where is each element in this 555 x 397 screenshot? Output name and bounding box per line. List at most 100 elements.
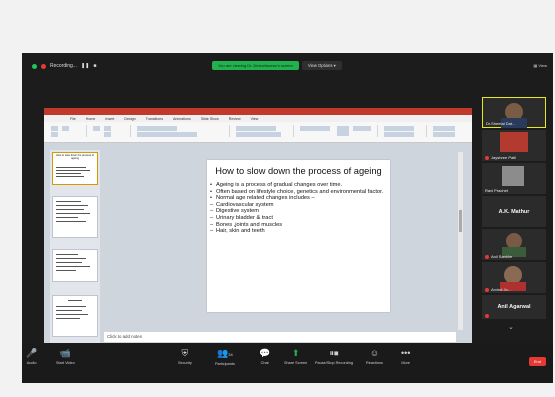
slide-thumbnail[interactable]	[52, 295, 98, 337]
audio-button[interactable]: 🎤 Audio	[26, 348, 38, 366]
participants-icon: 👥34	[217, 348, 233, 358]
pause-stop-icon: ⏸⏹	[329, 348, 339, 358]
participants-count: 34	[228, 352, 233, 357]
participant-video-icon	[502, 166, 524, 186]
share-screen-label: Share Screen	[284, 361, 308, 365]
ppt-tab-transitions[interactable]: Transitions	[146, 117, 163, 121]
start-video-label: Start Video	[56, 361, 75, 365]
current-slide[interactable]: How to slow down the process of ageing A…	[207, 160, 390, 312]
participants-label: Participants	[215, 362, 235, 366]
ppt-tab-review[interactable]: Review	[229, 117, 241, 121]
ribbon-group-slides[interactable]	[90, 125, 131, 137]
slide-bullet: Hair, skin and teeth	[210, 228, 386, 235]
notes-pane[interactable]: Click to add notes	[104, 332, 456, 342]
participant-name: Arvind Jo...	[491, 287, 512, 292]
reactions-label: Reactions	[366, 361, 383, 365]
more-button[interactable]: ••• More	[401, 349, 411, 366]
ribbon-group-paragraph[interactable]	[233, 125, 294, 137]
slide-thumbnails-panel: How to slow down the process of ageing	[50, 150, 100, 345]
ppt-tab-insert[interactable]: Insert	[105, 117, 114, 121]
view-mode-label: View	[538, 63, 547, 68]
start-video-button[interactable]: 📹 Start Video	[56, 349, 75, 366]
share-banner-text: You are viewing Dr. Dineshkumar's screen	[212, 61, 299, 70]
security-button[interactable]: ⛨ Security	[178, 348, 192, 366]
participant-name: Jayshree Patil	[491, 155, 517, 160]
meeting-toolbar: 🎤 Audio 📹 Start Video ⛨ Security 👥34 Par…	[22, 343, 553, 383]
slide-thumbnail[interactable]	[52, 196, 98, 238]
recording-label: Recording...	[50, 63, 77, 69]
slide-bullet: Bones ,joints and muscles	[210, 222, 386, 229]
participant-tile[interactable]: A.K. Mathur	[482, 196, 546, 227]
chat-button[interactable]: 💬 Chat	[259, 348, 271, 366]
end-meeting-button[interactable]: End	[528, 357, 546, 366]
chat-label: Chat	[260, 361, 269, 365]
ribbon-group-arrange[interactable]	[381, 125, 427, 137]
ppt-title-bar	[44, 108, 472, 115]
ppt-tab-animations[interactable]: Animations	[173, 117, 191, 121]
slide-title: How to slow down the process of ageing	[215, 166, 382, 176]
participant-tile[interactable]: Anil Agarwal	[482, 295, 546, 319]
participant-video-icon	[500, 132, 528, 152]
mic-muted-icon	[485, 288, 489, 292]
ribbon-group-font[interactable]	[134, 125, 230, 137]
view-mode-button[interactable]: ▦ View	[534, 63, 548, 68]
ppt-ribbon	[44, 122, 472, 143]
slide-bullet: Normal age related changes includes –	[210, 195, 386, 202]
scroll-down-chevron-icon[interactable]: ⌄	[508, 323, 514, 331]
mic-muted-icon	[485, 255, 489, 259]
slide-bullet: Ageing is a process of gradual changes o…	[210, 182, 386, 189]
reactions-button[interactable]: ☺ Reactions	[366, 348, 383, 366]
slide-bullet: Cardiovascular system	[210, 202, 386, 209]
record-button[interactable]: ⏸⏹ Pause/Stop Recording	[315, 348, 353, 366]
audio-label: Audio	[26, 361, 37, 365]
participant-tile[interactable]: Jayshree Patil	[482, 130, 546, 161]
share-screen-icon: ⬆	[291, 348, 300, 358]
slide-bullet: Often based on lifestyle choice, genetic…	[210, 189, 386, 196]
participant-name: Anil Agarwal	[497, 304, 531, 310]
stop-icon[interactable]: ■	[93, 63, 96, 69]
ribbon-group-drawing[interactable]	[297, 125, 378, 137]
participant-tile[interactable]: Arvind Jo...	[482, 262, 546, 293]
view-options-button[interactable]: View Options ▾	[301, 61, 342, 70]
view-options-label: View Options	[307, 63, 333, 68]
participant-name: Ravi Prachet	[485, 188, 508, 193]
ribbon-group-editing[interactable]	[430, 125, 466, 137]
share-banner: You are viewing Dr. Dineshkumar's screen…	[212, 61, 342, 70]
participant-tile[interactable]: Ravi Prachet	[482, 163, 546, 194]
pause-icon[interactable]: ❚❚	[81, 63, 89, 69]
mic-muted-icon	[485, 156, 489, 160]
mic-muted-icon	[485, 314, 489, 318]
chat-bubble-icon: 💬	[259, 348, 271, 358]
ppt-tab-design[interactable]: Design	[124, 117, 135, 121]
ppt-tab-slideshow[interactable]: Slide Show	[201, 117, 219, 121]
ppt-tab-view[interactable]: View	[251, 117, 259, 121]
share-screen-button[interactable]: ⬆ Share Screen	[284, 348, 308, 366]
zoom-window: Recording... ❚❚ ■ You are viewing Dr. Di…	[22, 53, 553, 383]
security-shield-icon	[32, 63, 37, 69]
participant-name: A.K. Mathur	[498, 208, 530, 215]
security-label: Security	[178, 361, 192, 365]
ppt-tab-home[interactable]: Home	[86, 117, 96, 121]
slide-scrollbar[interactable]	[458, 152, 463, 330]
ppt-ribbon-tabs: File Home Insert Design Transitions Anim…	[44, 115, 472, 122]
participant-name: Dr.Sheetal Dat...	[486, 121, 516, 126]
thumb-title: How to slow down the process of ageing	[56, 154, 94, 160]
recording-indicator[interactable]: Recording... ❚❚ ■	[32, 63, 96, 69]
participant-tile[interactable]: Anil Sankhe	[482, 229, 546, 260]
recording-dot-icon	[41, 63, 46, 69]
slide-thumbnail[interactable]: How to slow down the process of ageing	[52, 152, 98, 185]
participant-tile[interactable]: Dr.Sheetal Dat...	[482, 97, 546, 128]
shared-screen-powerpoint: File Home Insert Design Transitions Anim…	[44, 108, 472, 350]
smiley-icon: ☺	[369, 348, 380, 358]
shield-icon: ⛨	[181, 348, 189, 358]
ribbon-group-clipboard[interactable]	[48, 125, 87, 137]
ppt-tab-file[interactable]: File	[70, 117, 76, 121]
slide-thumbnail[interactable]	[52, 249, 98, 282]
slide-bullet: Urinary bladder & tract	[210, 215, 386, 222]
microphone-muted-icon: 🎤	[26, 348, 38, 358]
participants-button[interactable]: 👥34 Participants	[215, 348, 235, 367]
notes-placeholder: Click to add notes	[107, 334, 142, 339]
more-label: More	[401, 361, 411, 365]
slide-bullet-list: Ageing is a process of gradual changes o…	[207, 182, 390, 235]
slide-bullet: Digestive system	[210, 208, 386, 215]
